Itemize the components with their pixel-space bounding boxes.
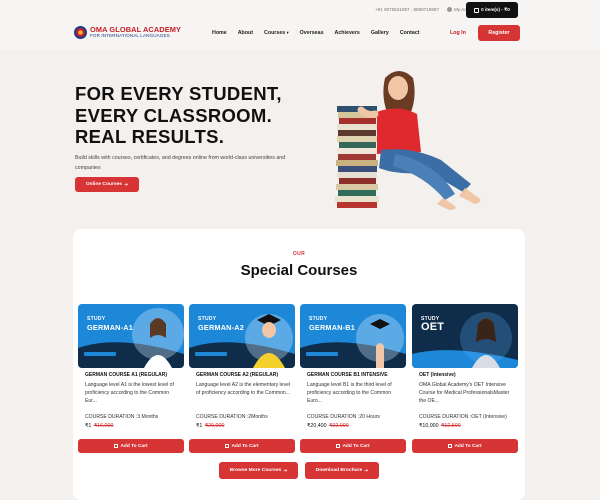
course-duration: COURSE DURATION :OET (Intensive) [419, 414, 507, 420]
hero-title-line: EVERY CLASSROOM. [75, 104, 273, 126]
course-title[interactable]: GERMAN COURSE A2 (REGULAR) [196, 372, 296, 378]
add-to-cart-label: Add To Cart [120, 443, 148, 449]
nav-achievers[interactable]: Achievers [335, 30, 360, 36]
course-card[interactable]: STUDY OET OET (Intensive) OMA Global Aca… [412, 304, 518, 454]
site-header: +91 8075521897 , 8590719897 My Account 0… [0, 0, 600, 50]
banner-graphic [78, 304, 184, 368]
course-banner-image[interactable]: STUDY OET [412, 304, 518, 368]
arrow-right-icon: ➔ [364, 468, 369, 474]
course-title[interactable]: OET (Intensive) [419, 372, 519, 378]
course-duration: COURSE DURATION :2Months [196, 414, 268, 420]
browse-more-courses-button[interactable]: Browse More Courses ➔ [219, 462, 298, 479]
add-to-cart-button[interactable]: Add To Cart [78, 439, 184, 453]
shopping-bag-icon [474, 7, 480, 13]
course-banner-image[interactable]: STUDY GERMAN-B1 [300, 304, 406, 368]
site-logo[interactable]: OMA GLOBAL ACADEMY FOR INTERNATIONAL LAN… [74, 26, 181, 39]
hero-student-with-books-image [335, 71, 481, 210]
cart-icon [448, 444, 453, 448]
add-to-cart-button[interactable]: Add To Cart [412, 439, 518, 453]
hero-description: Build skills with courses, certificates,… [75, 155, 286, 171]
arrow-right-icon: ➔ [283, 468, 288, 474]
course-title[interactable]: GERMAN COURSE B1 INTENSIVE [307, 372, 407, 378]
banner-study-label: STUDY [309, 316, 328, 322]
banner-study-label: STUDY [87, 316, 106, 322]
special-courses-section: OUR Special Courses STUDY GERMAN-A1 GERM… [73, 229, 525, 500]
course-description: Language level A2 is the elementary leve… [196, 382, 291, 396]
hero-title: FOR EVERY STUDENT, EVERY CLASSROOM. REAL… [75, 83, 282, 148]
add-to-cart-label: Add To Cart [231, 443, 259, 449]
original-price: ₹12,500 [441, 423, 461, 429]
logo-subtitle: FOR INTERNATIONAL LANGUAGES [90, 33, 170, 39]
login-link[interactable]: Log In [450, 30, 466, 36]
add-to-cart-button[interactable]: Add To Cart [189, 439, 295, 453]
cart-button[interactable]: 0 item(s) - ₹0 [466, 2, 518, 18]
logo-emblem-icon [74, 26, 87, 39]
add-to-cart-button[interactable]: Add To Cart [300, 439, 406, 453]
banner-study-label: STUDY [198, 316, 217, 322]
original-price: ₹22,000 [329, 423, 349, 429]
banner-graphic [189, 304, 295, 368]
course-card[interactable]: STUDY GERMAN-B1 GERMAN COURSE B1 INTENSI… [300, 304, 406, 454]
course-description: Language level B1 is the third level of … [307, 382, 392, 404]
course-description: Language level A1 is the lowest level of… [85, 382, 174, 404]
nav-courses-dropdown[interactable]: Courses [264, 30, 289, 36]
logo-title: OMA GLOBAL ACADEMY [90, 25, 182, 34]
course-card[interactable]: STUDY GERMAN-A2 GERMAN COURSE A2 (REGULA… [189, 304, 295, 454]
current-price: ₹1 [85, 423, 92, 429]
add-to-cart-label: Add To Cart [454, 443, 482, 449]
current-price: ₹20,400 [307, 423, 327, 429]
online-courses-label: Online Courses [85, 182, 123, 187]
arrow-right-icon: ➔ [124, 182, 129, 188]
nav-overseas[interactable]: Overseas [300, 30, 324, 36]
original-price: ₹16,000 [93, 423, 114, 429]
nav-home[interactable]: Home [212, 30, 227, 36]
course-duration: COURSE DURATION :3 Months [85, 414, 159, 420]
add-to-cart-label: Add To Cart [342, 443, 370, 449]
course-price: ₹1 ₹20,000 [196, 423, 224, 429]
nav-about[interactable]: About [238, 30, 253, 36]
user-icon [447, 7, 452, 12]
course-price: ₹1 ₹16,000 [85, 423, 113, 429]
nav-gallery[interactable]: Gallery [371, 30, 389, 36]
banner-course-name: GERMAN-A2 [198, 323, 244, 332]
hero-title-line: REAL RESULTS. [75, 126, 225, 147]
course-description: OMA Global Academy's OET Intensive Cours… [419, 382, 510, 404]
online-courses-button[interactable]: Online Courses ➔ [75, 177, 139, 192]
course-duration: COURSE DURATION :20 Hours [307, 414, 380, 420]
banner-graphic [412, 304, 518, 368]
banner-course-name: GERMAN-A1 [87, 323, 133, 332]
banner-graphic [300, 304, 406, 368]
current-price: ₹1 [196, 423, 203, 429]
hero-title-line: FOR EVERY STUDENT, [75, 83, 282, 104]
course-title[interactable]: GERMAN COURSE A1 (REGULAR) [85, 372, 185, 378]
nav-contact[interactable]: Contact [400, 30, 420, 36]
cart-icon [114, 444, 119, 448]
download-brochure-button[interactable]: Download Brochure ➔ [305, 462, 379, 479]
book-stack-icon [335, 106, 379, 208]
phone-numbers[interactable]: +91 8075521897 , 8590719897 [375, 7, 439, 12]
banner-course-name: OET [421, 321, 445, 333]
browse-more-label: Browse More Courses [229, 468, 282, 473]
banner-course-name: GERMAN-B1 [309, 323, 355, 332]
section-eyebrow: OUR [292, 251, 306, 257]
section-heading: Special Courses [240, 262, 358, 279]
course-price: ₹10,000 ₹12,500 [419, 423, 461, 429]
course-banner-image[interactable]: STUDY GERMAN-A1 [78, 304, 184, 368]
course-card[interactable]: STUDY GERMAN-A1 GERMAN COURSE A1 (REGULA… [78, 304, 184, 454]
cart-label: 0 item(s) - ₹0 [481, 7, 510, 12]
cart-icon [225, 444, 230, 448]
course-price: ₹20,400 ₹22,000 [307, 423, 349, 429]
contact-strip: +91 8075521897 , 8590719897 My Account [375, 7, 478, 12]
student-figure [357, 71, 481, 210]
cart-icon [336, 444, 341, 448]
current-price: ₹10,000 [419, 423, 439, 429]
main-nav: Home About Courses Overseas Achievers Ga… [212, 30, 420, 36]
original-price: ₹20,000 [204, 423, 225, 429]
download-brochure-label: Download Brochure [315, 468, 363, 473]
register-button[interactable]: Register [478, 25, 520, 41]
course-banner-image[interactable]: STUDY GERMAN-A2 [189, 304, 295, 368]
